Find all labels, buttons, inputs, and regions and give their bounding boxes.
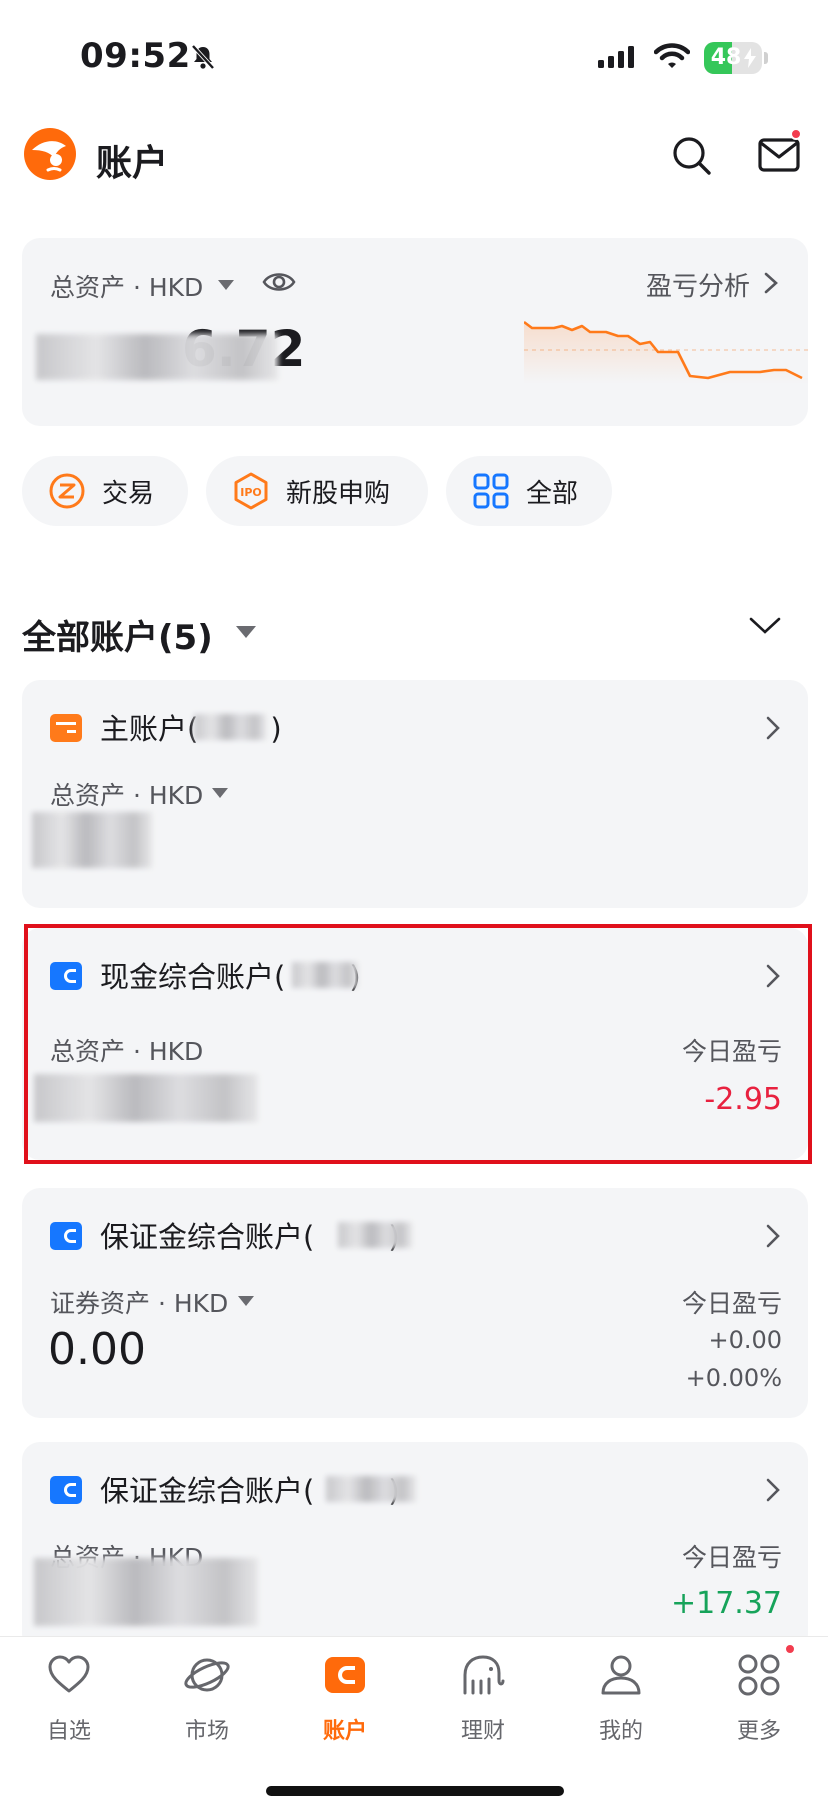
currency-dropdown-icon[interactable] — [218, 280, 234, 290]
battery-indicator: 48 — [704, 42, 762, 74]
securities-assets-value: 0.00 — [48, 1324, 146, 1375]
more-icon — [738, 1654, 780, 1696]
account-card-margin-1[interactable]: 保证金综合账户() 证券资产 · HKD 今日盈亏 0.00 +0.00 +0.… — [22, 1188, 808, 1418]
battery-cap — [764, 52, 768, 64]
highlight-box — [24, 924, 812, 1164]
tab-label: 账户 — [322, 1719, 367, 1744]
bottom-tab-bar: 自选 市场 账户 理财 我的 更多 — [0, 1636, 828, 1808]
grid-icon — [473, 473, 509, 509]
today-pl-percent: +0.00% — [685, 1364, 782, 1392]
tab-watchlist[interactable]: 自选 — [0, 1637, 138, 1757]
ipo-icon: IPO — [234, 472, 268, 510]
tab-wealth[interactable]: 理财 — [414, 1637, 552, 1757]
status-bar: 09:52 48 — [0, 0, 828, 116]
today-pl-value: +17.37 — [670, 1586, 782, 1621]
tab-account[interactable]: 账户 — [276, 1637, 414, 1757]
chevron-right-icon — [764, 272, 778, 294]
bell-muted-icon — [191, 44, 215, 70]
chevron-right-icon — [766, 1478, 780, 1502]
home-indicator — [266, 1786, 564, 1796]
app-logo-icon — [24, 128, 76, 180]
today-pl-value: +0.00 — [708, 1326, 782, 1354]
all-functions-button[interactable]: 全部 — [446, 456, 612, 526]
masked-total-assets — [36, 334, 278, 380]
trade-label: 交易 — [102, 478, 155, 509]
account-wallet-icon — [50, 714, 82, 742]
masked-account-number — [338, 1222, 412, 1248]
today-pl-label: 今日盈亏 — [681, 1289, 782, 1318]
cellular-signal-icon — [598, 46, 634, 68]
masked-account-value — [32, 812, 152, 868]
tab-label: 市场 — [184, 1719, 229, 1744]
securities-assets-label: 证券资产 · HKD — [50, 1289, 229, 1318]
trade-button[interactable]: 交易 — [22, 456, 188, 526]
accounts-dropdown-icon[interactable] — [236, 626, 256, 638]
currency-dropdown-icon[interactable] — [238, 1296, 254, 1306]
heart-icon — [48, 1655, 90, 1693]
masked-account-number — [194, 714, 266, 740]
ipo-label: 新股申购 — [286, 478, 391, 509]
app-header: 账户 — [0, 116, 828, 200]
tab-market[interactable]: 市场 — [138, 1637, 276, 1757]
battery-percent: 48 — [710, 45, 742, 70]
mail-icon[interactable] — [758, 138, 800, 172]
assets-trend-sparkline — [524, 320, 808, 384]
tab-label: 我的 — [598, 1719, 643, 1744]
tab-label: 理财 — [460, 1719, 505, 1744]
wifi-icon — [654, 43, 690, 68]
account-wallet-icon — [50, 1222, 82, 1250]
eye-icon[interactable] — [262, 270, 296, 294]
tab-label: 自选 — [46, 1719, 91, 1744]
tab-me[interactable]: 我的 — [552, 1637, 690, 1757]
masked-account-number — [326, 1476, 416, 1502]
account-wallet-icon — [50, 1476, 82, 1504]
today-pl-label: 今日盈亏 — [681, 1543, 782, 1572]
person-icon — [601, 1655, 641, 1695]
account-card-main[interactable]: 主账户() 总资产 · HKD — [22, 680, 808, 908]
charging-bolt-icon — [744, 48, 756, 68]
all-accounts-title[interactable]: 全部账户(5) — [22, 610, 213, 659]
all-label: 全部 — [526, 478, 579, 509]
account-card-margin-2[interactable]: 保证金综合账户() 总资产 · HKD 今日盈亏 +17.37 — [22, 1442, 808, 1652]
elephant-icon — [463, 1655, 505, 1695]
search-icon[interactable] — [672, 136, 712, 176]
planet-icon — [184, 1658, 230, 1692]
total-assets-card[interactable]: 总资产 · HKD 盈亏分析 6.72 — [22, 238, 808, 426]
chevron-right-icon — [766, 716, 780, 740]
masked-account-value — [34, 1558, 258, 1626]
currency-dropdown-icon[interactable] — [212, 788, 228, 798]
notification-dot — [790, 128, 802, 140]
page-title: 账户 — [96, 143, 169, 184]
trade-icon — [49, 473, 85, 509]
tab-more[interactable]: 更多 — [690, 1637, 828, 1757]
ipo-subscribe-button[interactable]: IPO 新股申购 — [206, 456, 428, 526]
total-assets-label: 总资产 · HKD — [50, 273, 204, 302]
pl-analysis-link[interactable]: 盈亏分析 — [646, 266, 750, 303]
wallet-icon — [325, 1657, 365, 1693]
svg-text:IPO: IPO — [240, 486, 262, 499]
chevron-right-icon — [766, 1224, 780, 1248]
tab-label: 更多 — [736, 1719, 781, 1744]
chevron-down-icon[interactable] — [748, 616, 782, 636]
status-time: 09:52 — [80, 36, 191, 76]
account-assets-label: 总资产 · HKD — [50, 781, 204, 810]
notification-dot — [784, 1643, 796, 1655]
